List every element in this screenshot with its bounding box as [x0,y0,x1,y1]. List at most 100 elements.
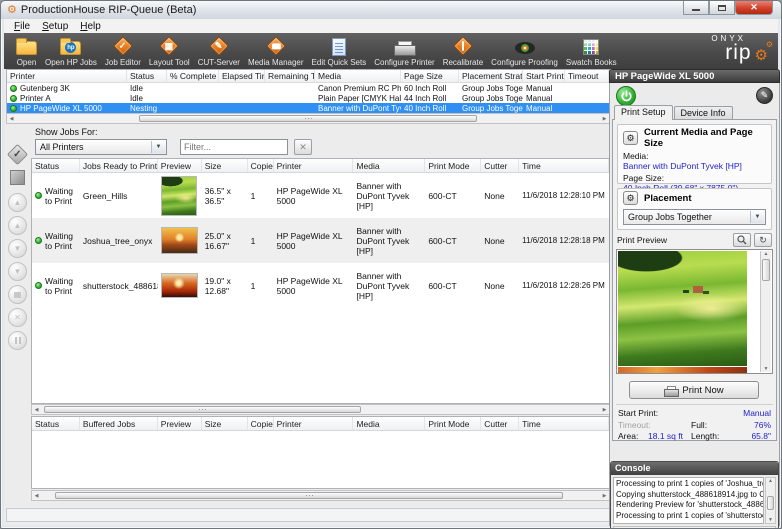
job-media: Banner with DuPont Tyvek [HP] [353,173,425,218]
printer-edit-button[interactable]: ✎ [756,87,773,104]
column-header[interactable]: Time [519,417,609,430]
column-header[interactable]: Time [519,159,609,172]
toolbar-configure-proofing-button[interactable]: Configure Proofing [487,34,562,68]
filter-input[interactable] [180,139,288,155]
scroll-down-icon[interactable]: ▼ [766,517,775,523]
minimize-button[interactable] [683,1,709,15]
menu-setup[interactable]: Setup [36,21,74,32]
toolbar-swatch-books-button[interactable]: Swatch Books [562,34,621,68]
column-header[interactable]: Remaining Time [265,70,315,82]
tab-print-setup[interactable]: Print Setup [614,105,673,120]
toolbar-edit-quick-sets-button[interactable]: Edit Quick Sets [308,34,371,68]
printer-row[interactable]: Printer A Idle Plain Paper [CMYK Halfton… [7,93,609,103]
column-header[interactable]: Buffered Jobs [80,417,158,430]
column-header[interactable]: Size [202,159,248,172]
placement-dropdown[interactable]: Group Jobs Together ▼ [623,209,766,225]
cancel-job-button[interactable]: ✕ [8,308,27,327]
media-settings-gear-button[interactable]: ⚙ [623,131,638,145]
column-header[interactable]: Media [353,417,425,430]
column-header[interactable]: Elapsed Time [219,70,265,82]
preview-refresh-button[interactable]: ↻ [754,233,772,247]
tab-device-info[interactable]: Device Info [674,106,733,120]
column-header[interactable]: Copies [248,159,274,172]
column-header[interactable]: Print Mode [425,417,481,430]
scrollbar-thumb[interactable] [44,406,361,413]
column-header[interactable]: Cutter [481,159,519,172]
print-now-button[interactable]: Print Now [629,381,759,399]
close-button[interactable]: ✕ [735,1,773,15]
column-header[interactable]: Status [127,70,167,82]
toolbar-open-hp-jobs-button[interactable]: hp Open HP Jobs [41,34,101,68]
move-job-down-button[interactable]: ▼ [8,239,27,258]
jobs-table-hscrollbar[interactable]: ◀ ▶ [31,404,610,415]
column-header[interactable]: Printer [7,70,127,82]
area-label: Area: [618,431,638,441]
column-header[interactable]: Timeout [565,70,609,82]
scroll-right-icon[interactable]: ▶ [600,491,609,500]
column-header[interactable]: Copies [248,417,274,430]
column-header[interactable]: Page Size [401,70,459,82]
column-header[interactable]: Preview [158,417,202,430]
printer-filter-dropdown[interactable]: All Printers ▼ [35,139,167,155]
printer-row[interactable]: Gutenberg 3K Idle Canon Premium RC Photo… [7,83,609,93]
column-header[interactable]: Status [32,417,80,430]
toolbar-cut-server-button[interactable]: ✎ CUT-Server [194,34,244,68]
hold-job-button[interactable] [8,331,27,350]
move-job-bottom-button[interactable]: ▼ [8,262,27,281]
scroll-up-icon[interactable]: ▲ [761,251,771,257]
column-header[interactable]: % Complete [167,70,219,82]
scroll-right-icon[interactable]: ▶ [600,405,609,414]
column-header[interactable]: Printer [274,417,354,430]
printer-table-hscrollbar[interactable]: ◀ ▶ [6,113,610,124]
column-header[interactable]: Start Print [523,70,565,82]
printer-power-button[interactable] [616,86,636,106]
menu-file[interactable]: File [8,21,36,32]
toolbar-configure-printer-button[interactable]: Configure Printer [370,34,438,68]
job-row[interactable]: Waiting to Print Joshua_tree_onyx 25.0" … [32,218,609,263]
column-header[interactable]: Printer [274,159,354,172]
media-value-link[interactable]: Banner with DuPont Tyvek [HP] [623,161,766,171]
toolbar-job-editor-button[interactable]: ✓ Job Editor [101,34,145,68]
placement-settings-gear-button[interactable]: ⚙ [623,191,638,205]
job-row[interactable]: Waiting to Print Green_Hills 36.5" x 36.… [32,173,609,218]
scroll-left-icon[interactable]: ◀ [32,405,41,414]
print-job-button[interactable] [8,285,27,304]
scroll-right-icon[interactable]: ▶ [600,114,609,123]
column-header[interactable]: Cutter [481,417,519,430]
column-header[interactable]: Placement Strategy [459,70,523,82]
scrollbar-thumb[interactable] [762,259,770,281]
clear-filter-button[interactable]: ✕ [294,139,312,155]
toolbar-media-manager-button[interactable]: Media Manager [244,34,308,68]
column-header[interactable]: Print Mode [425,159,481,172]
scroll-left-icon[interactable]: ◀ [7,114,16,123]
move-job-top-button[interactable]: ▲ [8,193,27,212]
scrollbar-thumb[interactable] [767,496,774,510]
preview-zoom-button[interactable] [733,233,751,247]
scrollbar-thumb[interactable] [139,115,476,122]
toolbar-open-button[interactable]: Open [12,34,41,68]
toolbar-recalibrate-button[interactable]: Recalibrate [439,34,487,68]
scroll-left-icon[interactable]: ◀ [32,491,41,500]
start-print-value[interactable]: Manual [743,408,771,418]
buffered-table-hscrollbar[interactable]: ◀ ▶ [31,490,610,501]
scrollbar-thumb[interactable] [55,492,563,499]
move-job-up-button[interactable]: ▲ [8,216,27,235]
scroll-up-icon[interactable]: ▲ [766,478,775,484]
menu-help[interactable]: Help [74,21,107,32]
job-row[interactable]: Waiting to Print shutterstock_488618... … [32,263,609,308]
column-header[interactable]: Status [32,159,80,172]
column-header[interactable]: Media [353,159,425,172]
column-header[interactable]: Size [202,417,248,430]
column-header[interactable]: Media [315,70,401,82]
scroll-down-icon[interactable]: ▼ [761,366,771,372]
preview-vscrollbar[interactable]: ▲ ▼ [760,251,771,372]
maximize-button[interactable] [709,1,735,15]
printer-row-selected[interactable]: HP PageWide XL 5000 Nesting Banner with … [7,103,609,113]
job-proof-button[interactable] [10,170,25,185]
console-vscrollbar[interactable]: ▲ ▼ [765,477,776,524]
column-header[interactable]: Preview [158,159,202,172]
column-header[interactable]: Jobs Ready to Print [80,159,158,172]
job-printer: HP PageWide XL 5000 [274,263,354,308]
toolbar-layout-tool-button[interactable]: ▦ Layout Tool [145,34,194,68]
edit-job-button[interactable]: ✓ [7,144,28,165]
